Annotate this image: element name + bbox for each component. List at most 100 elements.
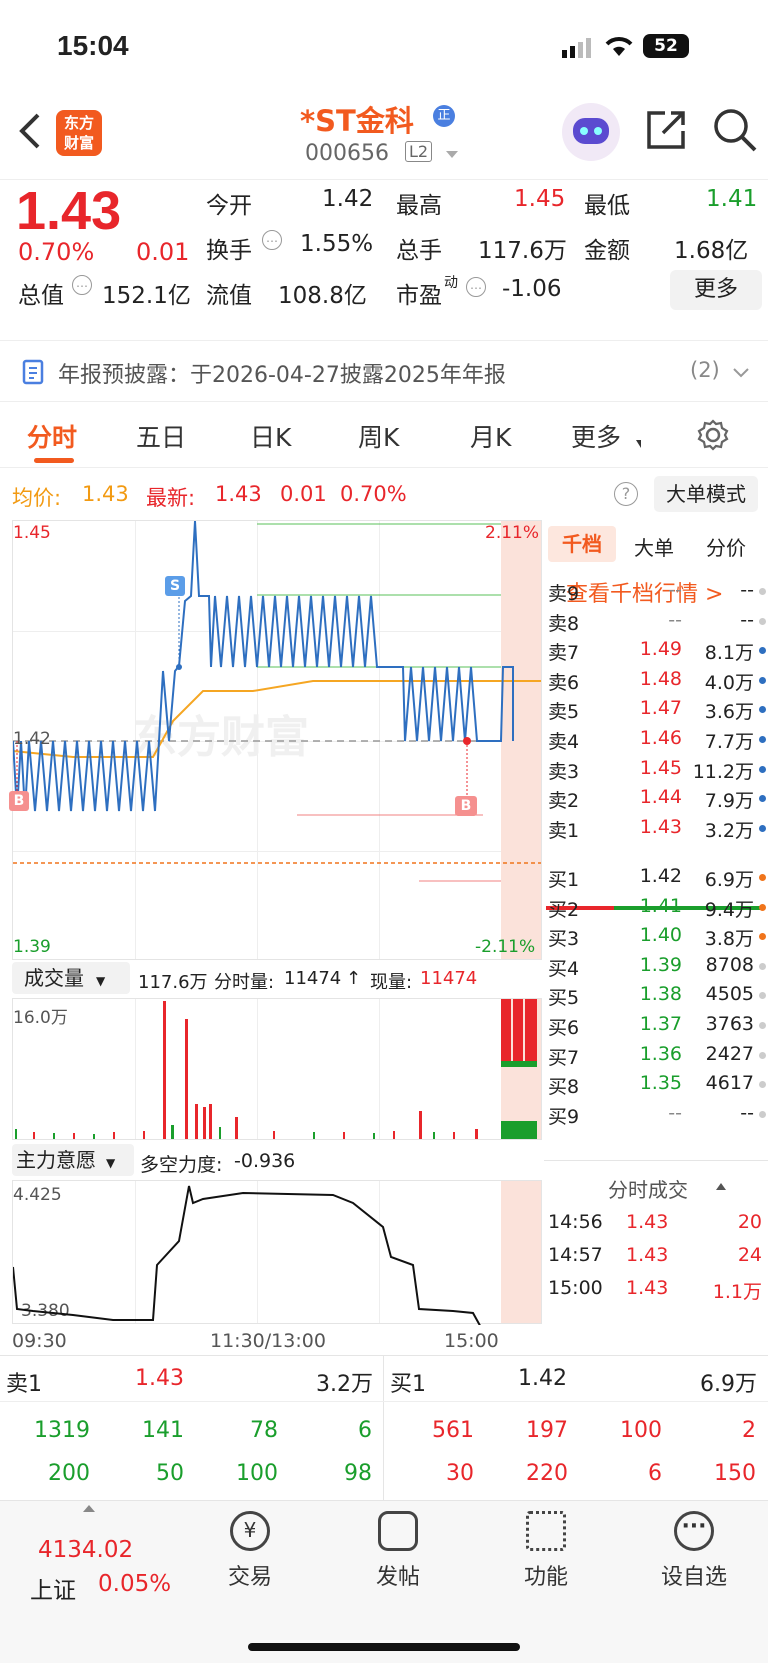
index-name[interactable]: 上证: [30, 1571, 76, 1605]
volume-arrow: ↑: [346, 968, 362, 989]
bid-row[interactable]: 买7 1.36 2427: [544, 1040, 768, 1071]
y-axis-high: 1.45: [13, 523, 51, 543]
ask-row[interactable]: 卖3 1.45 11.2万: [544, 754, 768, 785]
tab-five-day[interactable]: 五日: [136, 418, 186, 454]
ask-row[interactable]: 卖1 1.43 3.2万: [544, 813, 768, 844]
tick-time: 15:00: [548, 1277, 603, 1299]
more-dots-icon: ···: [674, 1511, 714, 1551]
index-pct[interactable]: 0.05%: [98, 1571, 171, 1597]
level-dot: [759, 933, 766, 941]
assistant-avatar[interactable]: [562, 103, 620, 161]
bid-row[interactable]: 买9 -- --: [544, 1099, 768, 1130]
level-volume: 11.2万: [692, 760, 754, 783]
share-icon[interactable]: [645, 109, 687, 151]
float-value: 108.8亿: [278, 283, 367, 309]
post-button[interactable]: 发帖: [348, 1511, 448, 1591]
level-volume: --: [740, 579, 754, 601]
tab-price-dist[interactable]: 分价: [706, 532, 746, 561]
ask-row[interactable]: 卖7 1.49 8.1万: [544, 635, 768, 666]
bid-row[interactable]: 买1 1.42 6.9万: [544, 862, 768, 893]
buy-marker[interactable]: B: [9, 791, 29, 811]
tab-daily-k[interactable]: 日K: [250, 418, 291, 454]
ask-row[interactable]: 卖5 1.47 3.6万: [544, 694, 768, 725]
turnover-label: 换手: [206, 238, 252, 264]
bid-row[interactable]: 买5 1.38 4505: [544, 980, 768, 1011]
tab-intraday[interactable]: 分时: [27, 418, 77, 454]
ask-row[interactable]: 卖2 1.44 7.9万: [544, 783, 768, 814]
tab-depth[interactable]: 千档: [548, 526, 616, 562]
level-price: 1.43: [639, 815, 682, 838]
main-force-chart[interactable]: 4.425 3.380: [12, 1180, 542, 1325]
volume-value: 117.6万: [478, 238, 567, 264]
tab-more[interactable]: 更多: [571, 418, 621, 454]
open-value: 1.42: [322, 186, 374, 212]
level-badge[interactable]: L2: [405, 141, 433, 162]
level-dot: [759, 962, 766, 970]
strength-label: 多空力度:: [140, 1154, 223, 1176]
info-icon[interactable]: …: [262, 230, 282, 250]
add-watchlist-button[interactable]: ··· 设自选: [644, 1511, 744, 1591]
buy-marker[interactable]: B: [455, 796, 477, 816]
level-price: 1.45: [639, 756, 682, 779]
level-price: 1.48: [639, 667, 682, 690]
annual-report-notice[interactable]: 年报预披露：于2026-04-27披露2025年年报 (2): [0, 340, 768, 402]
index-value[interactable]: 4134.02: [38, 1537, 133, 1563]
function-button[interactable]: 功能: [496, 1511, 596, 1591]
time-midday: 11:30/13:00: [210, 1330, 326, 1352]
level-volume: 3.6万: [704, 701, 754, 724]
order-count-cell: 150: [714, 1461, 756, 1486]
bid-row[interactable]: 买2 1.41 9.4万: [544, 892, 768, 923]
status-bar: 15:04 52: [0, 0, 768, 95]
mcap-label: 总值: [18, 283, 64, 309]
volume-bars: [15, 999, 537, 1139]
tab-big-order[interactable]: 大单: [634, 532, 674, 561]
big-order-mode-button[interactable]: 大单模式: [654, 476, 758, 512]
ask-row[interactable]: 卖8 -- --: [544, 606, 768, 637]
open-label: 今开: [206, 193, 252, 219]
more-button[interactable]: 更多: [670, 270, 762, 310]
mcap-value: 152.1亿: [102, 283, 191, 309]
order-count-cell: 6: [358, 1418, 372, 1443]
info-icon[interactable]: …: [466, 277, 486, 297]
edit-icon: [378, 1511, 418, 1551]
badge: 正: [433, 105, 455, 127]
level-dot: [759, 992, 766, 1000]
level-price: 1.44: [639, 786, 682, 809]
search-icon[interactable]: [712, 107, 758, 153]
level-price: --: [668, 608, 682, 631]
intraday-chart[interactable]: 东方财富 S B B 1.45 1.42 1.39 2.11% -2.11%: [9, 520, 542, 960]
indicator-selector[interactable]: 主力意愿 ▼: [12, 1144, 134, 1176]
bid-row[interactable]: 买8 1.35 4617: [544, 1069, 768, 1100]
sell-marker[interactable]: S: [165, 576, 185, 596]
time-open: 09:30: [12, 1330, 67, 1352]
trade-button[interactable]: ¥ 交易: [200, 1511, 300, 1591]
ticks-title[interactable]: 分时成交: [608, 1174, 688, 1203]
price-line: [13, 521, 541, 882]
level-label: 买1: [548, 869, 580, 891]
tab-monthly-k[interactable]: 月K: [470, 418, 511, 454]
tab-weekly-k[interactable]: 周K: [358, 418, 399, 454]
order-count-cell: 6: [648, 1461, 662, 1486]
sell1-price: 1.43: [135, 1366, 184, 1391]
bid-row[interactable]: 买3 1.40 3.8万: [544, 921, 768, 952]
gear-icon[interactable]: [696, 418, 730, 452]
ask-row[interactable]: 卖4 1.46 7.7万: [544, 724, 768, 755]
ask-row[interactable]: 卖6 1.48 4.0万: [544, 665, 768, 696]
ask-row[interactable]: 卖9 -- --: [544, 576, 768, 607]
info-icon[interactable]: …: [72, 275, 92, 295]
chevron-down-icon[interactable]: [446, 151, 458, 158]
volume-selector[interactable]: 成交量 ▼: [12, 962, 130, 994]
help-icon[interactable]: ?: [614, 482, 638, 506]
bottom-tab-bar: 4134.02 上证 0.05% ¥ 交易 发帖 功能 ··· 设自选: [0, 1500, 768, 1663]
back-icon[interactable]: [18, 111, 42, 151]
stock-name: *ST金科: [300, 104, 414, 138]
level-label: 卖2: [548, 790, 580, 813]
level-price: 1.41: [639, 894, 682, 917]
level-price: --: [668, 579, 682, 601]
level-label: 卖7: [548, 642, 580, 665]
pe-value: -1.06: [502, 276, 562, 302]
volume-chart[interactable]: 16.0万: [12, 998, 542, 1140]
bid-row[interactable]: 买4 1.39 8708: [544, 951, 768, 982]
tick-volume: 20: [737, 1211, 762, 1233]
bid-row[interactable]: 买6 1.37 3763: [544, 1010, 768, 1041]
